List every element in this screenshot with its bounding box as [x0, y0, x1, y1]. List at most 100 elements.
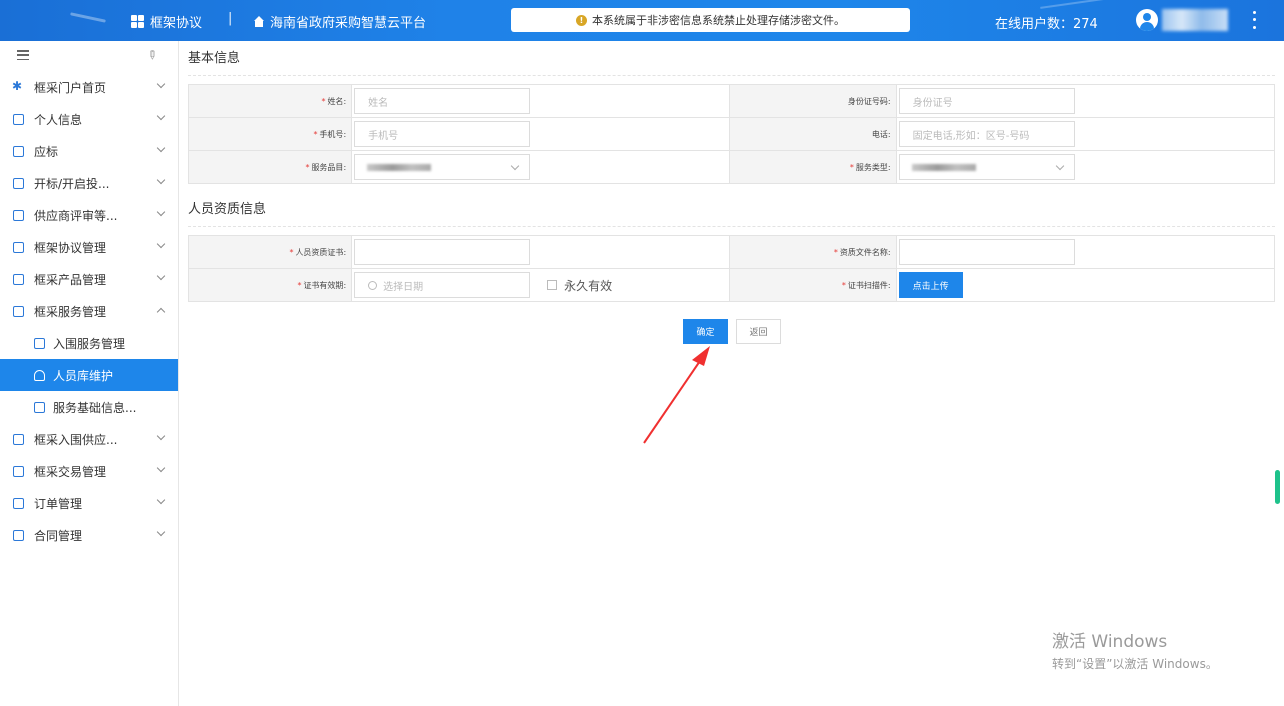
doc-icon	[13, 178, 24, 189]
certificate-input[interactable]	[354, 239, 531, 265]
name-input[interactable]: 姓名	[354, 88, 531, 114]
watermark-line1: 激活 Windows	[1052, 632, 1168, 652]
top-header: 框架协议 | 海南省政府采购智慧云平台 ! 本系统属于非涉密信息系统禁止处理存储…	[0, 0, 1284, 41]
field-label: * 姓名:	[187, 84, 353, 118]
checkbox-box[interactable]	[547, 280, 558, 290]
scroll-indicator[interactable]	[1275, 470, 1280, 504]
chevron-down-icon	[156, 271, 166, 281]
validity-date-picker[interactable]: 选择日期	[354, 272, 531, 298]
security-notice: ! 本系统属于非涉密信息系统禁止处理存储涉密文件。	[511, 8, 910, 32]
qualification-form: * 人员资质证书: * 资质文件名称: * 证书有效期: 选择日期 永久有效 * 证书扫…	[187, 235, 1276, 302]
sidebar-item-bid-opening[interactable]: 开标/开启投...	[0, 167, 178, 199]
field-label: * 服务类型:	[729, 150, 897, 184]
phone-input[interactable]: 固定电话,形如：区号-号码	[898, 121, 1075, 147]
username-redacted[interactable]	[1162, 9, 1228, 31]
sidebar-item-framework-agreement[interactable]: 框架协议管理	[0, 231, 178, 263]
avatar-icon[interactable]	[1136, 9, 1158, 31]
chevron-down-icon	[156, 495, 166, 505]
sidebar-item-label: 服务基础信息...	[53, 400, 137, 415]
sidebar-item-label: 订单管理	[34, 496, 83, 511]
notice-text: 本系统属于非涉密信息系统禁止处理存储涉密文件。	[592, 14, 845, 27]
chevron-down-icon	[156, 143, 166, 153]
header-decoration	[70, 12, 106, 23]
sidebar-item-transaction-management[interactable]: 框采交易管理	[0, 455, 178, 487]
chevron-down-icon	[156, 527, 166, 537]
sidebar-item-bidding[interactable]: 应标	[0, 135, 178, 167]
online-users: 在线用户数：274	[995, 17, 1098, 32]
service-type-select[interactable]	[898, 154, 1075, 180]
brand[interactable]: 框架协议	[131, 12, 202, 31]
header-decoration	[1040, 0, 1110, 9]
sidebar-subitem-service-basic-info[interactable]: 服务基础信息...	[0, 391, 178, 423]
more-menu-icon[interactable]	[1249, 9, 1259, 31]
field-label: * 人员资质证书:	[187, 235, 353, 269]
sidebar-item-label: 框采门户首页	[34, 80, 107, 95]
sidebar-item-label: 框架协议管理	[34, 240, 107, 255]
doc-icon	[13, 146, 24, 157]
sidebar-item-label: 个人信息	[34, 112, 83, 127]
sidebar-toolbar: ✎	[0, 41, 178, 71]
sidebar-item-label: 框采交易管理	[34, 464, 107, 479]
sidebar-item-label: 供应商评审等...	[34, 208, 118, 223]
section-title-basic: 基本信息	[188, 41, 1275, 76]
clock-icon	[368, 280, 378, 290]
sidebar-item-label: 框采服务管理	[34, 304, 107, 319]
watermark-line2: 转到“设置”以激活 Windows。	[1052, 657, 1218, 671]
field-label: * 证书有效期:	[187, 268, 353, 302]
sidebar-item-label: 框采入围供应...	[34, 432, 118, 447]
chevron-down-icon	[156, 111, 166, 121]
sidebar-item-product-management[interactable]: 框采产品管理	[0, 263, 178, 295]
sidebar-item-service-management[interactable]: 框采服务管理	[0, 295, 178, 327]
flower-icon	[12, 79, 24, 93]
sidebar-subitem-shortlisted-services[interactable]: 入围服务管理	[0, 327, 178, 359]
doc-icon	[13, 242, 24, 253]
doc-icon	[34, 402, 45, 413]
section-title-qualification: 人员资质信息	[188, 192, 1275, 227]
header-separator: |	[228, 11, 233, 26]
field-label: * 服务品目:	[187, 150, 353, 184]
upload-button[interactable]: 点击上传	[898, 272, 963, 298]
home-icon	[253, 15, 265, 28]
chevron-down-icon	[1055, 161, 1064, 171]
id-number-input[interactable]: 身份证号	[898, 88, 1075, 114]
chevron-down-icon	[510, 161, 520, 171]
hamburger-icon[interactable]	[17, 50, 29, 60]
form-row: * 证书有效期: 选择日期 永久有效 * 证书扫描件: 点击上传	[187, 268, 1276, 302]
chevron-down-icon	[156, 431, 166, 441]
sidebar-item-portal-home[interactable]: 框采门户首页	[0, 71, 178, 103]
chevron-down-icon	[156, 239, 166, 249]
sidebar-item-label: 合同管理	[34, 528, 83, 543]
sidebar-item-label: 入围服务管理	[53, 336, 126, 351]
doc-icon	[13, 530, 24, 541]
field-label: * 证书扫描件:	[729, 268, 897, 302]
service-category-select[interactable]	[354, 154, 531, 180]
chevron-up-icon	[156, 307, 166, 317]
service-icon	[34, 338, 45, 349]
file-name-input[interactable]	[898, 239, 1075, 265]
warning-icon: !	[576, 14, 587, 26]
pin-icon[interactable]: ✎	[144, 46, 161, 63]
annotation-arrow-icon	[643, 346, 710, 444]
service-icon	[13, 306, 24, 317]
back-button[interactable]: 返回	[736, 319, 781, 344]
id-card-icon	[13, 114, 24, 125]
sidebar-item-label: 人员库维护	[53, 368, 114, 383]
form-row: * 服务品目: * 服务类型:	[187, 150, 1276, 184]
platform-link[interactable]: 海南省政府采购智慧云平台	[253, 12, 426, 31]
sidebar-item-contract-management[interactable]: 合同管理	[0, 519, 178, 551]
windows-activation-watermark: 激活 Windows 转到“设置”以激活 Windows。	[1052, 627, 1218, 672]
sidebar-subitem-personnel-library[interactable]: 人员库维护	[0, 359, 178, 391]
sidebar-item-shortlisted-suppliers[interactable]: 框采入围供应...	[0, 423, 178, 455]
chevron-down-icon	[156, 175, 166, 185]
field-label: 身份证号码:	[729, 84, 897, 118]
doc-icon	[13, 498, 24, 509]
grid-icon	[131, 15, 144, 28]
sidebar-item-order-management[interactable]: 订单管理	[0, 487, 178, 519]
sidebar-menu: 框采门户首页 个人信息 应标 开标/开启投... 供应商评审等... 框架协议管…	[0, 71, 178, 551]
mobile-input[interactable]: 手机号	[354, 121, 531, 147]
form-row: * 人员资质证书: * 资质文件名称:	[187, 235, 1276, 269]
doc-icon	[13, 434, 24, 445]
permanent-checkbox[interactable]: 永久有效	[547, 277, 612, 294]
sidebar-item-supplier-review[interactable]: 供应商评审等...	[0, 199, 178, 231]
sidebar-item-personal-info[interactable]: 个人信息	[0, 103, 178, 135]
